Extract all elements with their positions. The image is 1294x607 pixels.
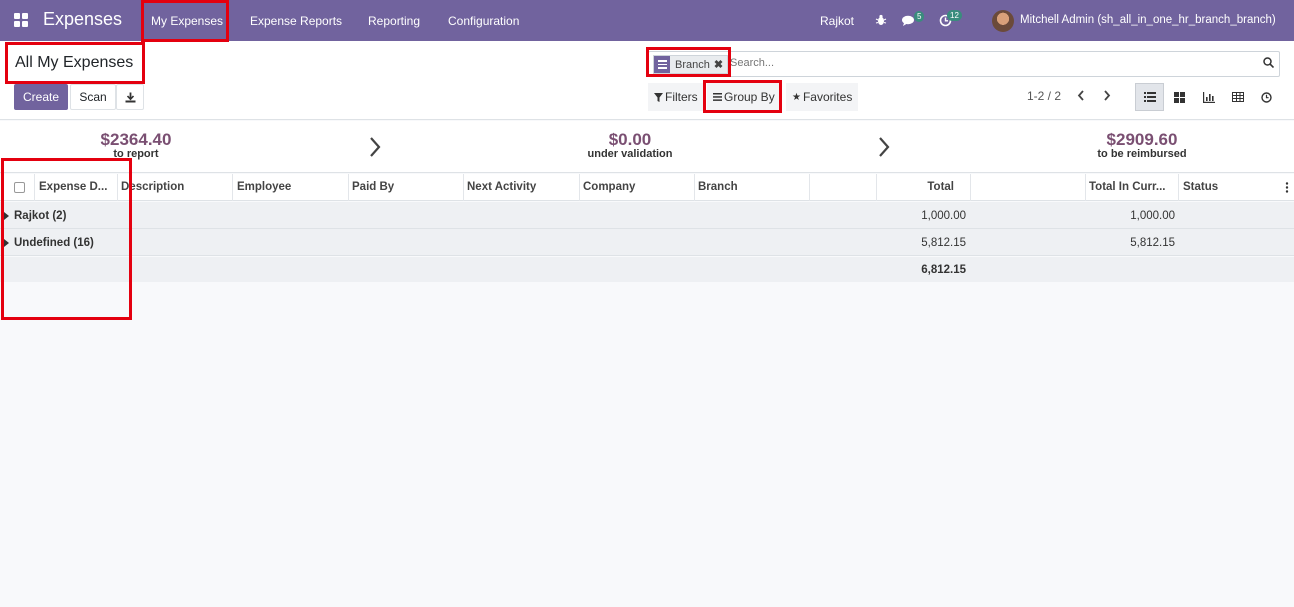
group-total: 5,812.15 [921, 237, 966, 249]
chevron-right-icon [370, 137, 381, 157]
column-status[interactable]: Status [1183, 181, 1218, 193]
highlight-groupby [703, 80, 782, 113]
stat-under-validation[interactable]: $0.00 under validation [560, 130, 700, 160]
favorites-label: Favorites [802, 90, 853, 104]
activity-view-button[interactable] [1252, 83, 1281, 111]
group-total-currency: 5,812.15 [1130, 237, 1175, 249]
pager-value[interactable]: 1-2 / 2 [1027, 89, 1061, 103]
bug-icon[interactable] [875, 14, 887, 26]
favorites-button[interactable]: ★ Favorites [786, 83, 859, 111]
star-icon: ★ [792, 91, 801, 103]
stat-value: $2909.60 [1106, 130, 1178, 149]
table-header: Expense D... Description Employee Paid B… [0, 174, 1294, 201]
menu-configuration[interactable]: Configuration [448, 14, 519, 28]
search-bar[interactable]: Branch ✖ [648, 51, 1280, 77]
branch-switcher[interactable]: Rajkot [820, 14, 854, 28]
highlight-my-expenses [141, 0, 229, 42]
create-button[interactable]: Create [14, 84, 68, 110]
activities-badge: 12 [947, 10, 962, 21]
apps-menu-icon[interactable] [14, 13, 28, 27]
group-row-rajkot[interactable]: Rajkot (2) 1,000.00 1,000.00 [0, 202, 1294, 229]
scan-button[interactable]: Scan [70, 84, 116, 110]
stat-to-report[interactable]: $2364.40 to report [76, 130, 196, 160]
kanban-view-icon [1174, 91, 1185, 103]
grand-total-row: 6,812.15 [0, 257, 1294, 282]
group-total: 1,000.00 [921, 210, 966, 222]
column-total[interactable]: Total [900, 181, 954, 193]
list-view-icon [1143, 92, 1156, 102]
menu-expense-reports[interactable]: Expense Reports [250, 14, 342, 28]
stat-value: $0.00 [608, 130, 652, 149]
clock-icon [1261, 91, 1272, 103]
graph-view-button[interactable] [1194, 83, 1223, 111]
group-total-currency: 1,000.00 [1130, 210, 1175, 222]
column-total-in-currency[interactable]: Total In Curr... [1089, 181, 1165, 193]
column-branch[interactable]: Branch [698, 181, 738, 193]
messages-badge: 5 [914, 11, 925, 22]
stat-label: under validation [587, 148, 673, 160]
download-button[interactable] [116, 84, 144, 110]
filters-button[interactable]: Filters [648, 83, 704, 111]
column-next-activity[interactable]: Next Activity [467, 181, 536, 193]
highlight-group-rows [1, 158, 132, 320]
column-company[interactable]: Company [583, 181, 635, 193]
table-icon [1231, 92, 1244, 102]
user-menu[interactable]: Mitchell Admin (sh_all_in_one_hr_branch_… [1020, 14, 1276, 26]
highlight-branch-facet [646, 47, 731, 77]
column-employee[interactable]: Employee [237, 181, 291, 193]
kanban-view-button[interactable] [1165, 83, 1194, 111]
search-input[interactable] [730, 57, 1230, 69]
chevron-right-icon [879, 137, 890, 157]
bar-chart-icon [1202, 91, 1215, 103]
user-avatar[interactable] [992, 10, 1014, 32]
expense-summary: $2364.40 to report $0.00 under validatio… [0, 121, 1294, 173]
download-icon [125, 92, 135, 102]
highlight-page-title [5, 42, 145, 84]
stat-to-be-reimbursed[interactable]: $2909.60 to be reimbursed [1070, 130, 1214, 160]
filter-icon [654, 92, 663, 102]
column-paid-by[interactable]: Paid By [352, 181, 394, 193]
stat-value: $2364.40 [100, 130, 172, 149]
app-name[interactable]: Expenses [43, 9, 122, 30]
search-icon[interactable] [1263, 57, 1274, 68]
pager-next-icon[interactable] [1103, 90, 1111, 101]
grand-total: 6,812.15 [921, 264, 966, 276]
stat-label: to be reimbursed [1097, 148, 1187, 160]
pager-prev-icon[interactable] [1077, 90, 1085, 101]
optional-columns-icon[interactable] [1285, 182, 1289, 193]
menu-reporting[interactable]: Reporting [368, 14, 420, 28]
filters-label: Filters [665, 90, 698, 104]
group-row-undefined[interactable]: Undefined (16) 5,812.15 5,812.15 [0, 229, 1294, 256]
pivot-view-button[interactable] [1223, 83, 1252, 111]
list-view-button[interactable] [1135, 83, 1164, 111]
